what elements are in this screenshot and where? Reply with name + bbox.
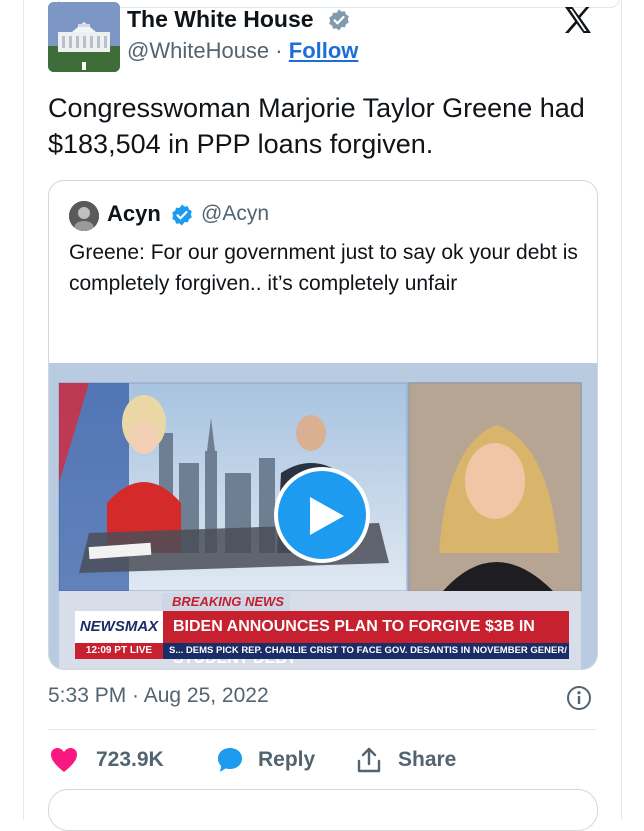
author-name[interactable]: The White House xyxy=(127,6,314,33)
quoted-author-name[interactable]: Acyn xyxy=(107,201,161,227)
follow-link[interactable]: Follow xyxy=(289,38,359,63)
author-avatar[interactable] xyxy=(48,2,120,72)
quoted-tweet[interactable]: Acyn @Acyn Greene: For our government ju… xyxy=(48,180,598,670)
heart-icon xyxy=(51,748,77,772)
quoted-tweet-text: Greene: For our government just to say o… xyxy=(69,241,578,295)
play-button[interactable] xyxy=(274,467,370,563)
share-upload-icon xyxy=(357,747,381,773)
share-label: Share xyxy=(398,748,457,771)
like-button[interactable]: 723.9K xyxy=(50,744,164,776)
reply-label: Reply xyxy=(258,748,316,771)
separator-dot: · xyxy=(275,38,283,63)
video-player[interactable]: BREAKING NEWS NEWSMAX BIDEN ANNOUNCES PL… xyxy=(49,363,597,669)
author-handle-line: @WhiteHouse · Follow xyxy=(127,38,358,64)
tweet-timestamp[interactable]: 5:33 PM · Aug 25, 2022 xyxy=(48,684,269,708)
breaking-news-label: BREAKING NEWS xyxy=(162,593,290,611)
gray-verified-badge-icon xyxy=(327,8,351,32)
blue-verified-badge-icon xyxy=(170,203,194,227)
bottom-bar[interactable] xyxy=(48,789,598,831)
quoted-author-avatar[interactable] xyxy=(69,201,99,231)
quoted-author-handle[interactable]: @Acyn xyxy=(201,202,269,226)
news-headline: BIDEN ANNOUNCES PLAN TO FORGIVE $3B IN S… xyxy=(163,611,569,667)
tweet-text: Congresswoman Marjorie Taylor Greene had… xyxy=(48,93,585,159)
share-button[interactable]: Share xyxy=(356,744,456,776)
reply-button[interactable]: Reply xyxy=(216,744,315,776)
play-icon xyxy=(310,497,344,535)
like-count: 723.9K xyxy=(96,748,164,771)
info-icon[interactable] xyxy=(566,685,592,711)
newsmax-logo: NEWSMAX xyxy=(75,611,163,643)
time-live-label: 12:09 PT LIVE xyxy=(75,643,163,659)
author-handle[interactable]: @WhiteHouse xyxy=(127,38,269,63)
speech-bubble-icon xyxy=(218,748,242,772)
news-ticker: S... DEMS PICK REP. CHARLIE CRIST TO FAC… xyxy=(163,643,569,659)
x-logo-icon[interactable] xyxy=(562,4,594,36)
divider xyxy=(48,729,596,730)
